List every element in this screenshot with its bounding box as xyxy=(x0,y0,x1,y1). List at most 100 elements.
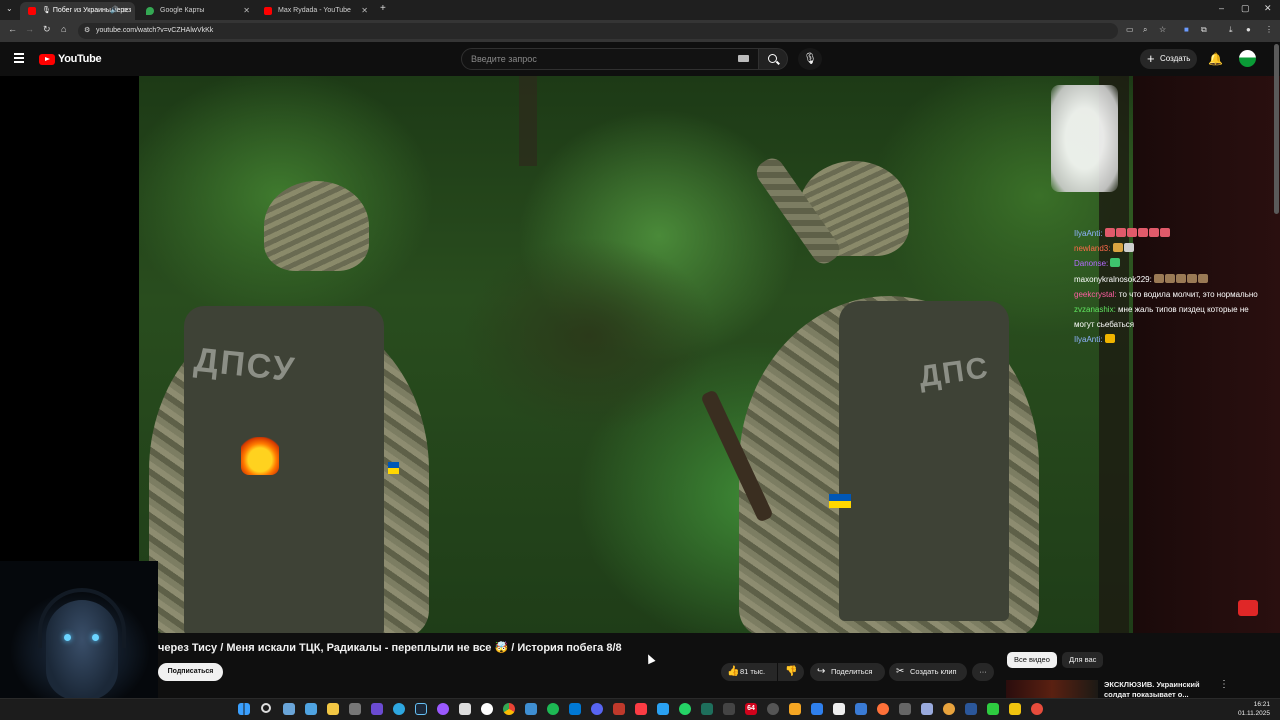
close-window-icon[interactable]: ✕ xyxy=(1264,3,1272,14)
chat-message: IlyaAnti: xyxy=(1074,332,1280,347)
app-icon[interactable] xyxy=(349,703,361,715)
app-icon[interactable] xyxy=(569,703,581,715)
maximize-icon[interactable]: ▢ xyxy=(1241,3,1250,14)
app-icon[interactable] xyxy=(701,703,713,715)
taskbar: 64 16:21 01.11.2025 xyxy=(0,698,1280,720)
fire-emote-icon xyxy=(241,437,279,475)
firefox-icon[interactable] xyxy=(877,703,889,715)
app-icon[interactable] xyxy=(613,703,625,715)
create-button[interactable]: + Создать xyxy=(1140,49,1197,69)
app-icon[interactable] xyxy=(371,703,383,715)
chat-message: IlyaAnti: xyxy=(1074,226,1280,241)
app-icon[interactable] xyxy=(1009,703,1021,715)
whatsapp-icon[interactable] xyxy=(679,703,691,715)
reload-icon[interactable]: ↻ xyxy=(43,24,51,35)
app-icon[interactable] xyxy=(899,703,911,715)
cast-icon[interactable]: ▭ xyxy=(1126,25,1134,34)
app-icon[interactable] xyxy=(965,703,977,715)
app-icon[interactable] xyxy=(393,703,405,715)
yandex-icon[interactable] xyxy=(481,703,493,715)
notifications-bell-icon[interactable]: 🔔 xyxy=(1208,52,1223,66)
app-icon[interactable] xyxy=(921,703,933,715)
home-icon[interactable]: ⌂ xyxy=(61,24,66,34)
app-icon[interactable] xyxy=(833,703,845,715)
minimize-icon[interactable]: – xyxy=(1219,3,1224,13)
recommendation-title[interactable]: ЭКСКЛЮЗИВ. Украинский солдат показывает … xyxy=(1104,680,1214,698)
chip-all-videos[interactable]: Все видео xyxy=(1007,652,1057,668)
app-icon[interactable] xyxy=(723,703,735,715)
extension-icon[interactable]: ■ xyxy=(1184,25,1189,34)
video-player[interactable]: ДПСУ ДПС xyxy=(139,76,1133,633)
forward-icon[interactable]: → xyxy=(25,24,34,34)
app-icon[interactable] xyxy=(1031,703,1043,715)
chat-emote-icon xyxy=(1104,228,1115,237)
app-icon[interactable] xyxy=(525,703,537,715)
app-icon[interactable] xyxy=(789,703,801,715)
windows-start-icon[interactable] xyxy=(238,703,250,715)
close-tab-icon[interactable]: ✕ xyxy=(243,2,250,20)
more-actions-button[interactable]: ··· xyxy=(972,663,994,681)
chip-for-you[interactable]: Для вас xyxy=(1062,652,1104,668)
youtube-corner-icon[interactable] xyxy=(1238,600,1258,616)
app-icon[interactable] xyxy=(811,703,823,715)
badge-app-icon[interactable]: 64 xyxy=(745,703,757,715)
app-icon[interactable] xyxy=(855,703,867,715)
subscribe-button[interactable]: Подписаться xyxy=(158,663,223,681)
site-info-icon[interactable]: ⚙ xyxy=(84,23,90,39)
browser-tab-active[interactable]: 🎙 Побег из Украины через 🔊 ✕ xyxy=(20,2,135,20)
recommendation-thumbnail[interactable] xyxy=(1006,680,1098,698)
page-scrollbar[interactable] xyxy=(1274,44,1279,214)
taskbar-clock[interactable]: 16:21 01.11.2025 xyxy=(1238,701,1270,718)
share-button[interactable]: ↪ Поделиться xyxy=(810,663,885,681)
app-icon[interactable] xyxy=(459,703,471,715)
dislike-button[interactable]: 👎 xyxy=(778,663,804,681)
app-icon[interactable] xyxy=(767,703,779,715)
app-icon[interactable] xyxy=(437,703,449,715)
search-input[interactable]: Введите запрос xyxy=(461,48,760,70)
bookmark-star-icon[interactable]: ☆ xyxy=(1159,25,1166,34)
voice-search-mic-icon[interactable]: 🎙 xyxy=(798,48,822,70)
downloads-icon[interactable]: ⤓ xyxy=(1229,25,1233,35)
app-icon[interactable] xyxy=(657,703,669,715)
new-tab-button[interactable]: + xyxy=(380,3,386,14)
steam-icon[interactable] xyxy=(415,703,427,715)
search-button[interactable] xyxy=(758,48,788,70)
tab-search-chevron-icon[interactable]: ⌄ xyxy=(6,4,13,13)
app-icon[interactable] xyxy=(547,703,559,715)
browser-tab-channel[interactable]: Max Rydada - YouTube ✕ xyxy=(256,2,374,20)
browser-menu-icon[interactable]: ⋮ xyxy=(1265,25,1273,34)
app-icon[interactable] xyxy=(943,703,955,715)
blurred-overlay xyxy=(1051,85,1118,192)
task-view-icon[interactable] xyxy=(283,703,295,715)
like-button[interactable]: 👍 81 тыс. xyxy=(721,663,777,681)
mouse-cursor xyxy=(644,652,656,665)
recommendation-more-icon[interactable]: ⋮ xyxy=(1219,679,1229,690)
profile-icon[interactable]: ● xyxy=(1246,25,1251,34)
close-tab-icon[interactable]: ✕ xyxy=(122,2,129,20)
keyboard-icon[interactable] xyxy=(738,55,749,62)
taskbar-search-icon[interactable] xyxy=(261,703,271,713)
avatar[interactable] xyxy=(1239,50,1256,67)
browser-tab-maps[interactable]: Google Карты ✕ xyxy=(138,2,256,20)
file-explorer-icon[interactable] xyxy=(327,703,339,715)
zoom-icon[interactable]: ⌕ xyxy=(1143,25,1147,35)
widgets-icon[interactable] xyxy=(305,703,317,715)
audio-icon[interactable]: 🔊 xyxy=(110,2,119,20)
hamburger-menu-icon[interactable] xyxy=(14,53,24,63)
address-bar-row: ← → ↻ ⌂ ⚙ youtube.com/watch?v=vCZHAlwVkK… xyxy=(0,20,1280,42)
video-letterbox-left xyxy=(0,76,139,633)
url-field[interactable]: ⚙ youtube.com/watch?v=vCZHAlwVkKk xyxy=(78,23,1118,39)
chrome-icon[interactable] xyxy=(503,703,515,715)
app-icon[interactable] xyxy=(987,703,999,715)
youtube-logo[interactable]: YouTube xyxy=(39,52,102,66)
app-icon[interactable] xyxy=(591,703,603,715)
chat-emote-icon xyxy=(1187,273,1198,283)
plus-icon: + xyxy=(1147,51,1155,66)
youtube-play-icon xyxy=(39,53,55,65)
close-tab-icon[interactable]: ✕ xyxy=(361,2,368,20)
tab-title: Max Rydada - YouTube xyxy=(278,7,351,14)
extensions-puzzle-icon[interactable]: ⧉ xyxy=(1201,25,1207,35)
back-icon[interactable]: ← xyxy=(8,24,17,34)
clip-button[interactable]: ✂ Создать клип xyxy=(889,663,967,681)
music-icon[interactable] xyxy=(635,703,647,715)
